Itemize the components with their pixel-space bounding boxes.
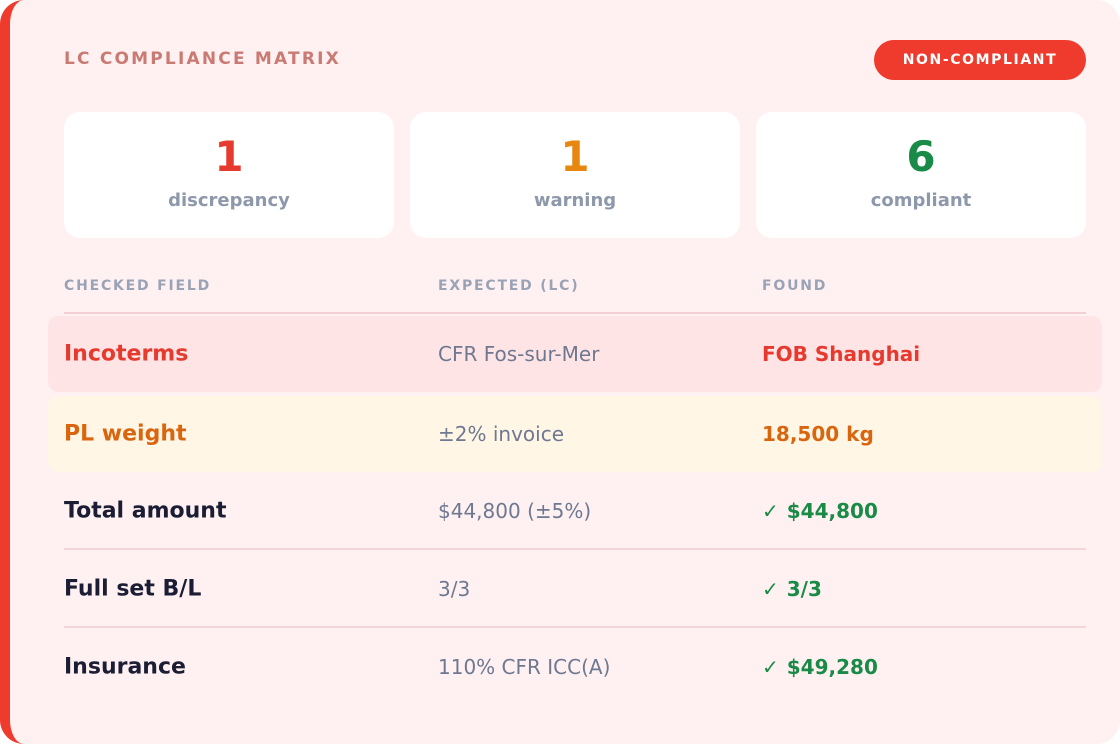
compliance-card: LC COMPLIANCE MATRIX NON-COMPLIANT 1 dis… bbox=[0, 0, 1120, 744]
stat-discrepancy-count: 1 bbox=[214, 132, 244, 181]
table-header: CHECKED FIELD EXPECTED (LC) FOUND bbox=[64, 272, 1086, 314]
row-expected: CFR Fos-sur-Mer bbox=[438, 342, 600, 366]
column-header-found: FOUND bbox=[762, 278, 828, 294]
checkmark-icon: ✓ bbox=[762, 499, 779, 523]
stat-warning-count: 1 bbox=[560, 132, 590, 181]
row-field: Full set B/L bbox=[64, 576, 202, 602]
row-found: 18,500 kg bbox=[762, 422, 874, 446]
row-found: $49,280 bbox=[786, 655, 878, 679]
row-expected: $44,800 (±5%) bbox=[438, 499, 592, 523]
table-row-insurance[interactable]: Insurance 110% CFR ICC(A) ✓ $49,280 bbox=[48, 628, 1102, 706]
row-found-cell: ✓ $44,800 bbox=[762, 499, 878, 523]
row-field: Total amount bbox=[64, 498, 227, 524]
card-header: LC COMPLIANCE MATRIX NON-COMPLIANT bbox=[64, 40, 1086, 80]
column-header-expected: EXPECTED (LC) bbox=[438, 278, 580, 294]
column-header-field: CHECKED FIELD bbox=[64, 278, 212, 294]
row-found: 3/3 bbox=[786, 577, 822, 601]
summary-stats: 1 discrepancy 1 warning 6 compliant bbox=[64, 112, 1086, 238]
row-found: FOB Shanghai bbox=[762, 342, 921, 366]
checkmark-icon: ✓ bbox=[762, 577, 779, 601]
card-title: LC COMPLIANCE MATRIX bbox=[64, 49, 341, 69]
stat-discrepancy-label: discrepancy bbox=[168, 190, 290, 211]
row-expected: 110% CFR ICC(A) bbox=[438, 655, 611, 679]
stat-compliant-count: 6 bbox=[906, 132, 936, 181]
stat-compliant-label: compliant bbox=[870, 190, 972, 211]
row-found-cell: ✓ 3/3 bbox=[762, 577, 822, 601]
table-row-total-amount[interactable]: Total amount $44,800 (±5%) ✓ $44,800 bbox=[48, 472, 1102, 550]
stat-warning[interactable]: 1 warning bbox=[410, 112, 740, 238]
table-row-full-set-bl[interactable]: Full set B/L 3/3 ✓ 3/3 bbox=[48, 550, 1102, 628]
row-found: $44,800 bbox=[786, 499, 878, 523]
row-found-cell: ✓ $49,280 bbox=[762, 655, 878, 679]
row-field: Insurance bbox=[64, 654, 186, 680]
row-field: PL weight bbox=[64, 421, 187, 447]
table-row-pl-weight[interactable]: PL weight ±2% invoice 18,500 kg bbox=[48, 396, 1102, 472]
stat-compliant[interactable]: 6 compliant bbox=[756, 112, 1086, 238]
row-field: Incoterms bbox=[64, 341, 189, 367]
table-row-incoterms[interactable]: Incoterms CFR Fos-sur-Mer FOB Shanghai bbox=[48, 316, 1102, 392]
stat-discrepancy[interactable]: 1 discrepancy bbox=[64, 112, 394, 238]
row-expected: 3/3 bbox=[438, 577, 471, 601]
status-badge[interactable]: NON-COMPLIANT bbox=[874, 40, 1086, 80]
stat-warning-label: warning bbox=[533, 190, 617, 211]
row-expected: ±2% invoice bbox=[438, 422, 565, 446]
checkmark-icon: ✓ bbox=[762, 655, 779, 679]
